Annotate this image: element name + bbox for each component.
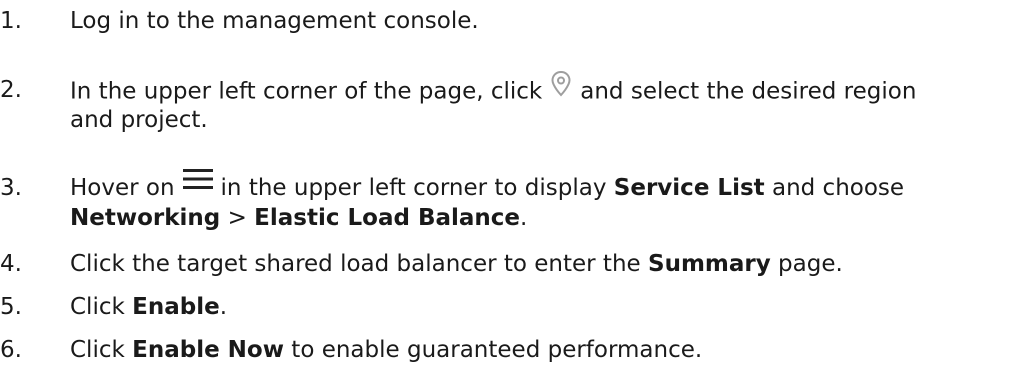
enable-label: Enable (132, 294, 220, 320)
step-text-and-choose: and choose (771, 175, 905, 201)
service-list-label: Service List (613, 175, 765, 201)
hamburger-menu-icon (181, 167, 215, 191)
step-text-line2: Networking > Elastic Load Balance. (70, 205, 1030, 232)
location-pin-icon (548, 69, 574, 99)
step-text-prefix: Click the target shared load balancer to… (70, 251, 641, 277)
step-text-before-icon: In the upper left corner of the page, cl… (70, 78, 543, 105)
step-text-prefix: Click (70, 294, 125, 320)
step-number: 3. (0, 175, 22, 201)
step-text-suffix: to enable guaranteed performance. (291, 337, 703, 363)
step-text-suffix: page. (778, 251, 843, 277)
step-number: 1. (0, 8, 22, 34)
enable-now-label: Enable Now (132, 337, 284, 363)
step-text: Log in to the management console. (70, 8, 1030, 35)
step-text: Click the target shared load balancer to… (70, 251, 1030, 278)
elastic-load-balance-label: Elastic Load Balance (254, 205, 521, 231)
step-text: Click Enable Now to enable guaranteed pe… (70, 337, 1030, 364)
step-number: 5. (0, 294, 22, 320)
step-number: 4. (0, 251, 22, 277)
step-number: 6. (0, 337, 22, 363)
step-text: In the upper left corner of the page, cl… (70, 70, 1030, 107)
breadcrumb-separator: > (227, 205, 247, 231)
step-text-line2: and project. (70, 107, 208, 133)
networking-label: Networking (70, 205, 221, 231)
step-text-after-icon: and select the desired region (580, 78, 917, 105)
step-text-suffix: . (219, 294, 227, 320)
procedure-steps: 1. Log in to the management console. 2. … (0, 0, 1033, 371)
step-text-before-icon: Hover on (70, 175, 175, 201)
step-text-period: . (520, 205, 528, 231)
step-number: 2. (0, 77, 22, 103)
step-text: Hover on in the upper left corner to dis… (70, 168, 1030, 202)
step-text-prefix: Click (70, 337, 125, 363)
summary-label: Summary (648, 251, 771, 277)
step-text: Click Enable. (70, 294, 1030, 321)
step-text-content: Log in to the management console. (70, 8, 479, 34)
step-text-middle: in the upper left corner to display (220, 175, 607, 201)
